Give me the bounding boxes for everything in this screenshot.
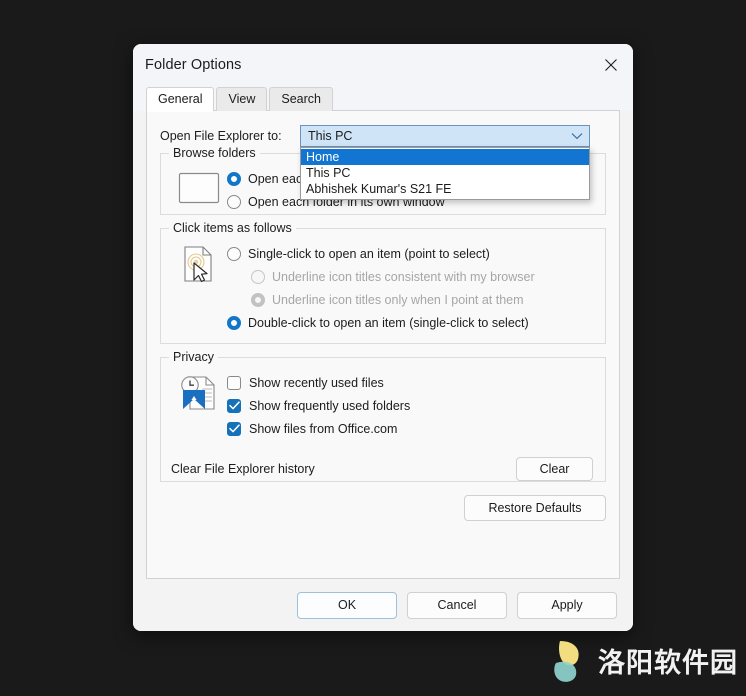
dropdown-option-this-pc[interactable]: This PC	[301, 165, 589, 181]
open-file-explorer-label: Open File Explorer to:	[160, 129, 282, 143]
tab-search[interactable]: Search	[269, 87, 333, 111]
click-option-underline-browser-label: Underline icon titles consistent with my…	[272, 269, 535, 284]
watermark-logo-icon	[554, 639, 590, 688]
watermark-text: 洛阳软件园	[598, 647, 738, 679]
privacy-checkbox-frequent-folders-label: Show frequently used folders	[249, 398, 411, 413]
close-icon	[604, 58, 618, 72]
privacy-checkbox-recent-files[interactable]: Show recently used files	[227, 372, 595, 393]
dropdown-option-home[interactable]: Home	[301, 149, 589, 165]
open-file-explorer-row: Open File Explorer to: This PC Home This…	[160, 125, 606, 200]
close-button[interactable]	[589, 44, 633, 86]
dialog-footer: OK Cancel Apply	[133, 579, 633, 631]
restore-defaults-row: Restore Defaults	[160, 495, 606, 521]
ok-button[interactable]: OK	[297, 591, 397, 619]
checkbox-recent-files[interactable]	[227, 375, 241, 390]
general-tab-panel: Open File Explorer to: This PC Home This…	[146, 111, 620, 579]
restore-defaults-button[interactable]: Restore Defaults	[464, 495, 606, 521]
privacy-checkbox-office-files-label: Show files from Office.com	[249, 421, 398, 436]
folder-window-icon	[171, 168, 227, 214]
radio-own-window[interactable]	[227, 194, 241, 209]
privacy-group: Privacy Show recently used files Show fr…	[160, 351, 606, 482]
click-items-legend: Click items as follows	[169, 222, 296, 235]
click-option-single-click[interactable]: Single-click to open an item (point to s…	[227, 243, 595, 264]
click-option-double-click-label: Double-click to open an item (single-cli…	[248, 315, 529, 330]
recent-files-icon	[171, 372, 227, 441]
apply-button[interactable]: Apply	[517, 591, 617, 619]
radio-single-click[interactable]	[227, 246, 241, 261]
radio-underline-point	[251, 292, 265, 307]
tab-general[interactable]: General	[146, 87, 215, 112]
open-file-explorer-combo-wrap: This PC Home This PC Abhishek Kumar's S2…	[300, 125, 590, 200]
privacy-legend: Privacy	[169, 351, 218, 364]
checkbox-frequent-folders[interactable]	[227, 398, 241, 413]
cancel-button[interactable]: Cancel	[407, 591, 507, 619]
click-option-underline-browser: Underline icon titles consistent with my…	[251, 266, 595, 287]
open-file-explorer-dropdown-list: Home This PC Abhishek Kumar's S21 FE	[300, 147, 590, 200]
open-file-explorer-combobox[interactable]: This PC	[300, 125, 590, 147]
watermark: 洛阳软件园	[554, 639, 738, 688]
tab-view[interactable]: View	[216, 87, 268, 111]
browse-folders-legend: Browse folders	[169, 147, 260, 160]
click-option-double-click[interactable]: Double-click to open an item (single-cli…	[227, 312, 595, 333]
privacy-checkbox-office-files[interactable]: Show files from Office.com	[227, 418, 595, 439]
dropdown-option-phone[interactable]: Abhishek Kumar's S21 FE	[301, 181, 589, 197]
click-items-group: Click items as follows Single-click to o…	[160, 222, 606, 344]
chevron-down-icon	[571, 129, 583, 143]
radio-underline-browser	[251, 269, 265, 284]
document-pointer-icon	[171, 243, 227, 335]
click-option-underline-point: Underline icon titles only when I point …	[251, 289, 595, 310]
tab-strip: General View Search	[133, 86, 633, 112]
clear-history-row: Clear File Explorer history Clear	[171, 457, 595, 481]
click-option-underline-point-label: Underline icon titles only when I point …	[272, 292, 524, 307]
title-bar: Folder Options	[133, 44, 633, 86]
folder-options-dialog: Folder Options General View Search Open …	[133, 44, 633, 631]
window-title: Folder Options	[145, 57, 242, 73]
clear-button[interactable]: Clear	[516, 457, 593, 481]
radio-same-window[interactable]	[227, 171, 241, 186]
checkbox-office-files[interactable]	[227, 421, 241, 436]
click-option-single-click-label: Single-click to open an item (point to s…	[248, 246, 490, 261]
privacy-checkbox-recent-files-label: Show recently used files	[249, 375, 384, 390]
privacy-checkbox-frequent-folders[interactable]: Show frequently used folders	[227, 395, 595, 416]
combobox-value: This PC	[308, 129, 353, 143]
radio-double-click[interactable]	[227, 315, 241, 330]
clear-history-label: Clear File Explorer history	[171, 462, 315, 476]
